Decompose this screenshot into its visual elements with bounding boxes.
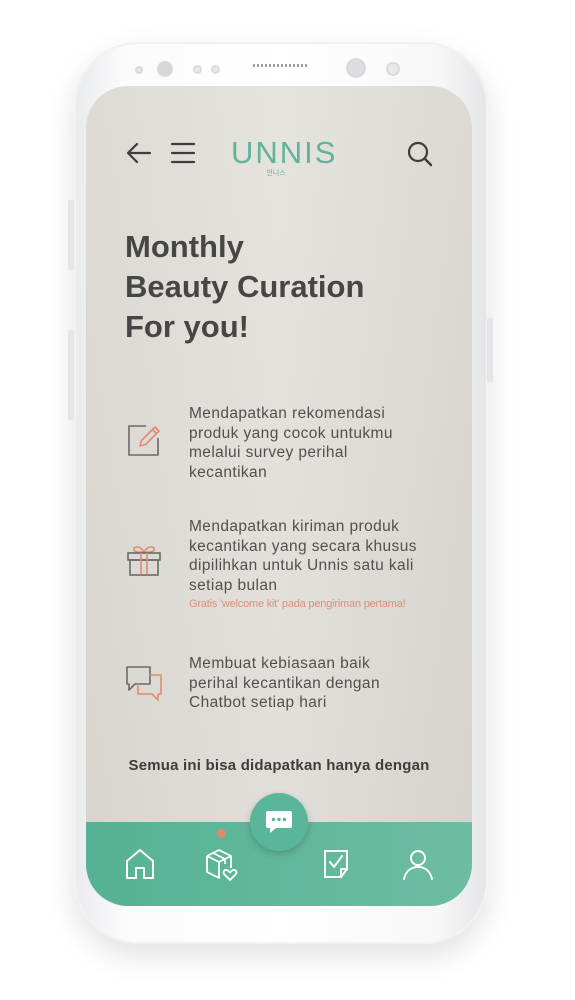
- feature-delivery-text: Mendapatkan kiriman produk kecantikan ya…: [189, 517, 459, 595]
- phone-volume-button-2: [68, 330, 74, 420]
- chat-bubbles-icon: [126, 666, 162, 701]
- phone-power-button: [487, 318, 493, 382]
- feature-line: setiap bulan: [189, 576, 278, 594]
- headline-line-3: For you!: [125, 309, 249, 344]
- home-icon[interactable]: [122, 846, 158, 882]
- gift-box-icon: [127, 546, 161, 576]
- app-screen: UNNIS 언니스 Monthly Beauty Curation For yo…: [86, 86, 472, 906]
- phone-speaker: [253, 64, 307, 67]
- feature-line: Membuat kebiasaan baik: [189, 655, 371, 672]
- feature-line: kecantikan: [189, 463, 268, 481]
- phone-iris-scanner: [346, 58, 366, 78]
- feature-chatbot-text: Membuat kebiasaan baik perihal kecantika…: [189, 654, 459, 713]
- phone-volume-button: [68, 200, 74, 270]
- edit-pencil-icon: [128, 425, 160, 456]
- notification-dot: [217, 829, 226, 838]
- checklist-icon[interactable]: [318, 846, 354, 882]
- package-heart-icon[interactable]: [203, 846, 239, 882]
- hamburger-menu-icon[interactable]: [170, 142, 196, 164]
- feature-line: melalui survey perihal: [189, 444, 348, 461]
- arrow-left-icon[interactable]: [126, 142, 152, 164]
- phone-sensor: [193, 65, 202, 74]
- app-logo[interactable]: UNNIS 언니스: [231, 135, 338, 178]
- phone-sensor: [386, 62, 400, 76]
- chatbot-fab-button[interactable]: [250, 793, 308, 851]
- screen-sheen: [86, 86, 472, 906]
- search-icon[interactable]: [406, 140, 434, 168]
- logo-subtext: 언니스: [266, 170, 286, 177]
- feature-line: dipilihkan untuk Unnis satu kali: [189, 557, 414, 574]
- page-headline: Monthly Beauty Curation For you!: [125, 227, 445, 347]
- logo-text: UNNIS: [231, 135, 338, 170]
- headline-line-1: Monthly: [125, 229, 244, 264]
- feature-line: Chatbot setiap hari: [189, 694, 327, 711]
- profile-icon[interactable]: [400, 846, 436, 882]
- feature-survey-text: Mendapatkan rekomendasi produk yang coco…: [189, 404, 459, 482]
- footer-cta-text: Semua ini bisa didapatkan hanya dengan: [128, 757, 430, 774]
- feature-line: kecantikan yang secara khusus: [189, 537, 417, 555]
- chatbot-fab-icon: [266, 811, 292, 833]
- welcome-kit-note: Gratis 'welcome kit' pada pengiriman per…: [189, 598, 406, 610]
- phone-sensor: [135, 66, 143, 74]
- phone-front-camera: [157, 61, 173, 77]
- feature-line: perihal kecantikan dengan: [189, 674, 380, 692]
- feature-line: Mendapatkan rekomendasi: [189, 405, 386, 422]
- headline-line-2: Beauty Curation: [125, 269, 365, 304]
- phone-sensor: [211, 65, 220, 74]
- feature-line: Mendapatkan kiriman produk: [189, 518, 400, 535]
- feature-line: produk yang cocok untukmu: [189, 424, 393, 442]
